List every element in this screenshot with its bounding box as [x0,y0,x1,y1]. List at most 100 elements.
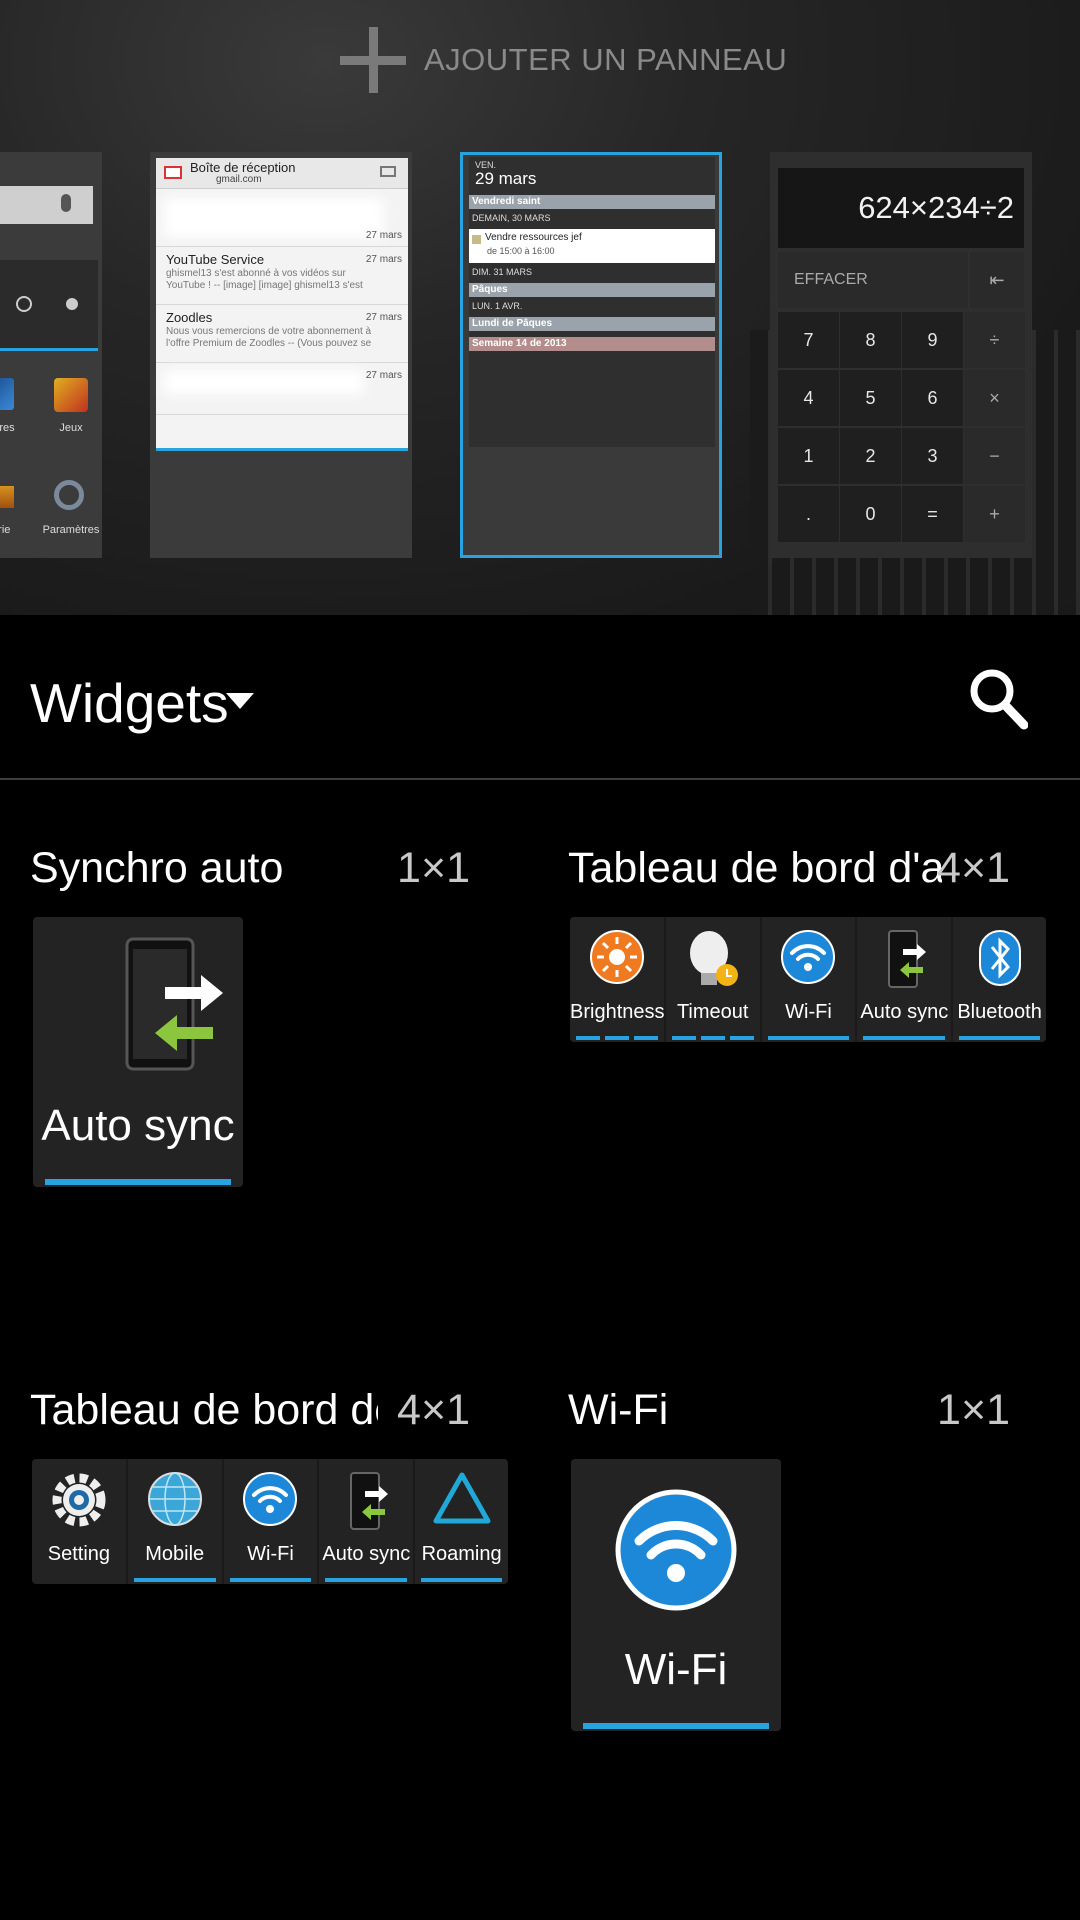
widgets-dropdown-title[interactable]: Widgets [30,671,229,735]
gmail-panel-thumbnail[interactable]: Boîte de réception gmail.com 27 mars You… [150,152,412,558]
record-icon [66,298,78,310]
redacted-message [164,370,364,394]
calculator-key[interactable]: 9 [902,312,963,368]
state-indicator [421,1578,502,1582]
state-indicator [576,1036,658,1040]
dash-cell-wifi: Wi-Fi [762,917,858,1042]
gmail-inbox-title: Boîte de réception [190,160,296,175]
mail-date: 27 mars [365,370,402,381]
gmail-header: Boîte de réception gmail.com [156,158,408,189]
agenda-holiday: Pâques [469,283,715,297]
calculator-key[interactable]: 2 [840,428,901,484]
brightness-icon [589,930,644,984]
dash-cell-label: Timeout [676,1001,749,1023]
mail-date: 27 mars [365,254,402,265]
widgets-header: Widgets [0,615,1080,780]
state-indicator [583,1723,769,1729]
calculator-clear-button[interactable]: EFFACER [778,252,968,308]
calculator-key[interactable]: 8 [840,312,901,368]
auto-sync-icon [888,930,927,988]
dash-cell-label: Auto sync [860,1001,949,1023]
widget-size: 4×1 [397,1386,470,1434]
mail-sender: Zoodles [166,310,213,325]
calculator-key[interactable]: × [964,370,1025,426]
agenda-panel-thumbnail[interactable]: VEN. 29 mars Vendredi saint DEMAIN, 30 M… [460,152,722,558]
widget-title: Synchro auto [30,844,284,892]
widget-size: 1×1 [397,844,470,892]
calculator-key[interactable]: 5 [840,370,901,426]
gmail-widget: Boîte de réception gmail.com 27 mars You… [156,158,408,451]
calculator-key[interactable]: 1 [778,428,839,484]
dash-cell-label: Auto sync [322,1543,411,1565]
add-panel-button[interactable]: AJOUTER UN PANNEAU [340,27,788,93]
dash-cell-label: Setting [47,1543,111,1565]
auto-sync-widget-preview[interactable]: Auto sync [33,917,243,1187]
widget-size: 4×1 [937,844,1010,892]
calculator-panel-thumbnail[interactable]: 624×234÷2 EFFACER ⇤ 7 8 9 ÷ 4 5 6 × 1 2 3−. 0 = + [770,152,1032,558]
dash-cell-timeout: Timeout [666,917,762,1042]
panel-editor: AJOUTER UN PANNEAU itaires Jeux lerie Pa… [0,0,1080,615]
calculator-key[interactable]: 3 [902,428,963,484]
backspace-icon[interactable]: ⇤ [970,252,1024,308]
calculator-key[interactable]: 0 [840,486,901,542]
mail-row: 27 mars [156,364,408,415]
search-icon[interactable] [968,667,1028,731]
mail-date: 27 mars [365,312,402,323]
widget-title: Wi-Fi [568,1386,669,1434]
wifi-icon [615,1489,737,1611]
dash-cell-label: Wi-Fi [247,1543,294,1565]
caret-down-icon[interactable] [226,693,254,709]
dash-cell-wifi: Wi-Fi [224,1459,320,1584]
lightbulb-timer-icon [689,931,738,986]
agenda-week: Semaine 14 de 2013 [469,337,715,351]
google-search-bar [0,186,93,224]
mail-date: 27 mars [365,230,402,241]
dash-cell-auto-sync: Auto sync [857,917,954,1042]
dash-cell-label: Mobile [145,1543,205,1565]
roaming-triangle-icon [433,1472,491,1524]
calculator-key[interactable]: . [778,486,839,542]
calculator-key[interactable]: 6 [902,370,963,426]
compose-icon [380,166,396,177]
state-indicator [671,1036,754,1040]
power-dashboard-widget-preview[interactable]: Brightness Timeout Wi-Fi Auto sync Bluet… [570,917,1046,1042]
state-indicator [767,1036,850,1040]
gmail-logo-icon [164,166,182,179]
add-panel-label: AJOUTER UN PANNEAU [424,42,788,77]
agenda-date: 29 mars [475,169,537,188]
agenda-day: DEMAIN, 30 MARS [472,213,551,223]
state-indicator [959,1036,1040,1040]
settings-dashboard-widget-preview[interactable]: Setting Mobile Wi-Fi Auto sync Roaming [32,1459,508,1584]
state-indicator [229,1578,312,1582]
gear-icon [52,1473,106,1527]
event-time: de 15:00 à 16:00 [487,246,555,256]
home-panel-thumbnail[interactable]: itaires Jeux lerie Paramètres [0,152,102,558]
calculator-key[interactable]: ÷ [964,312,1025,368]
widget-tile-label: Wi-Fi [624,1645,728,1694]
calculator-key[interactable]: = [902,486,963,542]
calculator-key[interactable]: − [964,428,1025,484]
mail-row: YouTube Service 27 mars ghismel13 s'est … [156,248,408,305]
dash-cell-mobile: Mobile [128,1459,224,1584]
dash-cell-roaming: Roaming [415,1459,508,1584]
wifi-widget-preview[interactable]: Wi-Fi [571,1459,781,1731]
mail-sender: YouTube Service [166,252,265,267]
dash-cell-bluetooth: Bluetooth [953,917,1046,1042]
state-indicator [45,1179,231,1185]
calculator-key[interactable]: 7 [778,312,839,368]
calculator-key[interactable]: 4 [778,370,839,426]
dash-cell-label: Bluetooth [957,1001,1042,1023]
widget-size: 1×1 [937,1386,1010,1434]
mail-snippet: ghismel13 s'est abonné à vos vidéos sur … [166,268,363,291]
app-label: Jeux [59,422,83,434]
games-icon [54,378,88,412]
globe-icon [147,1472,202,1526]
sync-icon [16,296,32,312]
agenda-day: DIM. 31 MARS [472,267,533,277]
calculator-key[interactable]: + [964,486,1025,542]
app-icon [0,378,14,410]
state-indicator [133,1578,216,1582]
calculator-display: 624×234÷2 [778,168,1024,248]
event-title: Vendre ressources jef [485,232,582,243]
agenda-event[interactable]: Vendre ressources jef de 15:00 à 16:00 [469,229,715,263]
